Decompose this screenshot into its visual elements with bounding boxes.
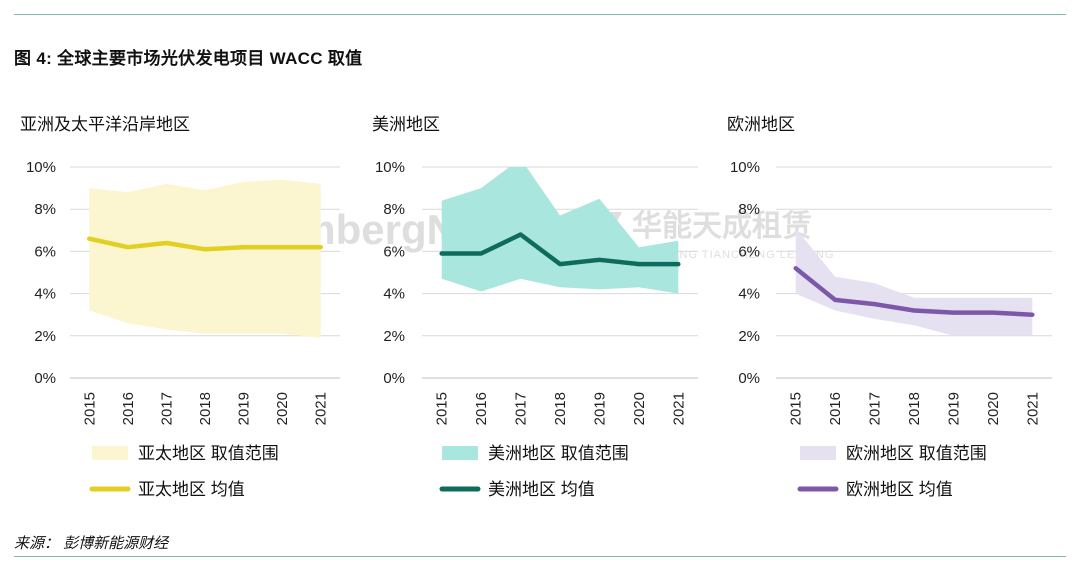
y-tick-label: 10% xyxy=(730,159,760,176)
y-tick-label: 10% xyxy=(375,159,405,176)
x-tick-label: 2019 xyxy=(236,392,253,425)
chart-panel-1: 亚洲及太平洋沿岸地区 0% 2% 4% 6% 8% 10% 2015 2016 2017 2018 2… xyxy=(20,115,340,499)
x-tick-label: 2015 xyxy=(81,392,98,425)
chart-title: 美洲地区 xyxy=(372,115,440,134)
y-tick-label: 6% xyxy=(383,243,405,260)
x-tick-label: 2015 xyxy=(434,392,451,425)
y-tick-label: 8% xyxy=(738,201,760,218)
y-tick-label: 6% xyxy=(738,243,760,260)
legend-swatch-range xyxy=(92,446,128,460)
range-band xyxy=(89,179,321,338)
x-tick-label: 2015 xyxy=(788,392,805,425)
chart-panel-3: 欧洲地区 0% 2% 4% 6% 8% 10% 2015 2016 2017 2018 2019 202… xyxy=(727,115,1052,499)
legend-label-line: 欧洲地区 均值 xyxy=(846,480,953,499)
x-tick-label: 2020 xyxy=(631,392,648,425)
chart-title: 亚洲及太平洋沿岸地区 xyxy=(20,115,190,134)
figure-source: 来源： 彭博新能源财经 xyxy=(14,535,169,552)
chart-panel-2: 美洲地区 0% 2% 4% 6% 8% 10% 2015 2016 2017 2018 2019 202… xyxy=(372,115,698,499)
range-band xyxy=(795,228,1033,336)
y-tick-label: 4% xyxy=(383,286,405,303)
x-tick-label: 2020 xyxy=(985,392,1002,425)
y-tick-label: 0% xyxy=(383,370,405,387)
x-tick-label: 2018 xyxy=(552,392,569,425)
y-tick-label: 8% xyxy=(383,201,405,218)
legend-swatch-range xyxy=(800,446,836,460)
legend-label-line: 美洲地区 均值 xyxy=(488,480,595,499)
chart-title: 欧洲地区 xyxy=(727,115,795,134)
x-tick-label: 2018 xyxy=(197,392,214,425)
watermark-company: 华能天成租赁 xyxy=(632,210,812,243)
x-tick-label: 2020 xyxy=(274,392,291,425)
y-tick-label: 10% xyxy=(26,159,56,176)
legend-label-line: 亚太地区 均值 xyxy=(138,480,245,499)
y-tick-label: 2% xyxy=(34,328,56,345)
x-tick-label: 2019 xyxy=(591,392,608,425)
x-tick-label: 2021 xyxy=(670,392,687,425)
x-tick-label: 2016 xyxy=(827,392,844,425)
y-tick-label: 2% xyxy=(738,328,760,345)
legend-swatch-range xyxy=(442,446,478,460)
x-tick-label: 2021 xyxy=(313,392,330,425)
x-tick-label: 2018 xyxy=(906,392,923,425)
y-tick-label: 6% xyxy=(34,243,56,260)
charts-canvas: BloombergNEF 华能天成租赁HUANENG TIANCHENG LEAS… xyxy=(20,115,1052,499)
x-tick-label: 2019 xyxy=(945,392,962,425)
y-tick-label: 8% xyxy=(34,201,56,218)
x-tick-label: 2017 xyxy=(158,392,175,425)
y-tick-label: 0% xyxy=(34,370,56,387)
y-tick-label: 2% xyxy=(383,328,405,345)
x-tick-label: 2016 xyxy=(120,392,137,425)
x-tick-label: 2021 xyxy=(1024,392,1041,425)
legend-label-range: 亚太地区 取值范围 xyxy=(138,444,279,463)
y-tick-label: 4% xyxy=(738,286,760,303)
x-tick-label: 2017 xyxy=(513,392,530,425)
legend-label-range: 美洲地区 取值范围 xyxy=(488,444,629,463)
y-tick-label: 0% xyxy=(738,370,760,387)
bottom-rule xyxy=(14,556,1066,557)
y-tick-label: 4% xyxy=(34,286,56,303)
x-tick-label: 2017 xyxy=(867,392,884,425)
x-tick-label: 2016 xyxy=(473,392,490,425)
legend-label-range: 欧洲地区 取值范围 xyxy=(846,444,987,463)
